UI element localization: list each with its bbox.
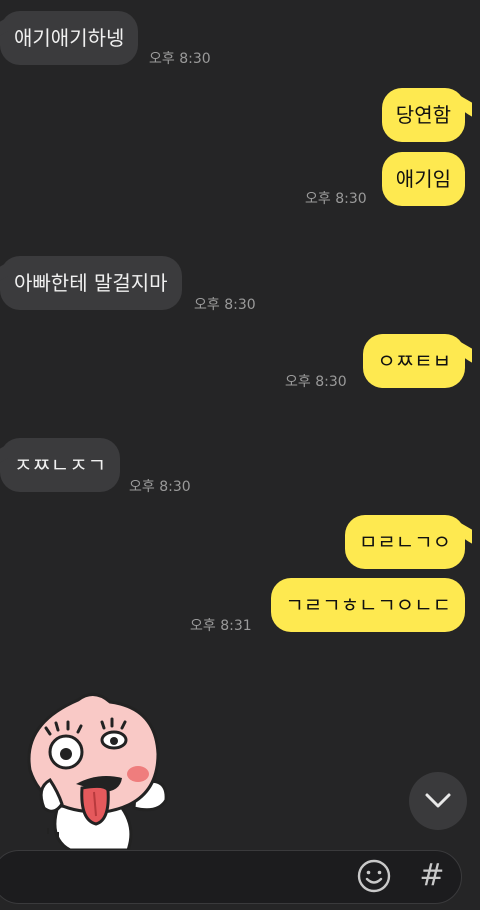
outgoing-message-bubble[interactable]: 애기임 xyxy=(381,152,465,206)
outgoing-message-bubble[interactable]: 당연함 xyxy=(381,88,465,142)
message-text: ㅈㅉㄴㅈㄱ xyxy=(14,453,106,477)
message-timestamp: 오후 8:31 xyxy=(190,618,252,634)
outgoing-message-bubble[interactable]: ㅁㄹㄴㄱㅇ xyxy=(345,515,465,569)
incoming-message-bubble[interactable]: ㅈㅉㄴㅈㄱ xyxy=(0,438,120,492)
outgoing-message-bubble[interactable]: ㄱㄹㄱㅎㄴㄱㅇㄴㄷ xyxy=(271,578,465,632)
message-input-bar: # xyxy=(0,850,480,910)
outgoing-message-bubble[interactable]: ㅇㅉㅌㅂ xyxy=(363,334,465,388)
message-text: 애기임 xyxy=(395,167,451,191)
message-text: 아빠한테 말걸지마 xyxy=(14,271,168,295)
incoming-message-bubble[interactable]: 아빠한테 말걸지마 xyxy=(0,256,182,310)
hash-button[interactable]: # xyxy=(414,858,450,894)
message-text: ㅁㄹㄴㄱㅇ xyxy=(359,530,451,554)
chat-message-list[interactable]: 애기애기하넹 오후 8:30 당연함 애기임 오후 8:30 아빠한테 말걸지마… xyxy=(0,0,480,852)
message-timestamp: 오후 8:30 xyxy=(194,297,256,313)
message-timestamp: 오후 8:30 xyxy=(149,51,211,67)
message-timestamp: 오후 8:30 xyxy=(285,374,347,390)
incoming-message-bubble[interactable]: 애기애기하넹 xyxy=(0,11,139,65)
chevron-down-icon xyxy=(425,793,451,808)
peach-sticker[interactable] xyxy=(18,688,178,852)
message-text: 애기애기하넹 xyxy=(14,26,125,50)
emoji-icon xyxy=(357,859,391,893)
message-text: ㄱㄹㄱㅎㄴㄱㅇㄴㄷ xyxy=(285,593,451,617)
scroll-down-button[interactable] xyxy=(409,772,467,830)
peach-character-image xyxy=(27,693,168,852)
message-timestamp: 오후 8:30 xyxy=(305,191,367,207)
message-timestamp: 오후 8:30 xyxy=(129,479,191,495)
message-text: 당연함 xyxy=(395,103,451,127)
message-text: ㅇㅉㅌㅂ xyxy=(377,349,451,373)
emoji-button[interactable] xyxy=(356,858,392,894)
message-input-field[interactable] xyxy=(0,850,462,904)
hash-icon: # xyxy=(419,858,445,893)
